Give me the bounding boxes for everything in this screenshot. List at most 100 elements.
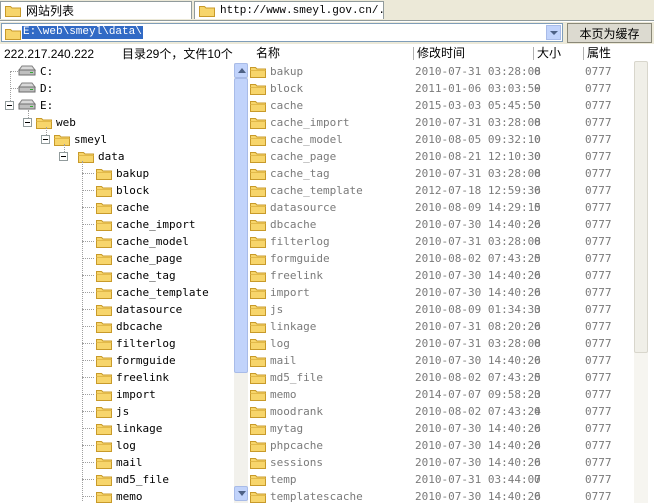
tree-folder-data[interactable]: data xyxy=(78,148,125,165)
tree-folder-item[interactable]: md5_file xyxy=(96,471,169,488)
file-attributes: 0777 xyxy=(585,320,612,333)
tree-folder-item[interactable]: linkage xyxy=(96,420,162,437)
file-row[interactable]: linkage 2010-07-31 08:20:26 0 0777 xyxy=(248,318,632,335)
tree-folder-item[interactable]: cache xyxy=(96,199,149,216)
file-row[interactable]: cache_import 2010-07-31 03:28:08 0 0777 xyxy=(248,114,632,131)
folder-icon xyxy=(96,422,112,435)
tree-folder-item[interactable]: block xyxy=(96,182,149,199)
file-row[interactable]: cache 2015-03-03 05:45:50 0 0777 xyxy=(248,97,632,114)
file-row[interactable]: cache_tag 2010-07-31 03:28:08 0 0777 xyxy=(248,165,632,182)
folder-icon xyxy=(96,201,112,214)
folder-icon xyxy=(96,354,112,367)
folder-icon xyxy=(96,473,112,486)
file-attributes: 0777 xyxy=(585,184,612,197)
scroll-thumb[interactable] xyxy=(234,78,248,373)
tree-folder-item[interactable]: cache_tag xyxy=(96,267,176,284)
file-row[interactable]: phpcache 2010-07-30 14:40:26 0 0777 xyxy=(248,437,632,454)
file-attributes: 0777 xyxy=(585,371,612,384)
file-size: 0 xyxy=(534,405,541,418)
tree-folder-item[interactable]: cache_import xyxy=(96,216,195,233)
file-row[interactable]: freelink 2010-07-30 14:40:26 0 0777 xyxy=(248,267,632,284)
path-input[interactable]: E:\web\smeyl\data\ xyxy=(22,26,143,39)
tree-folder-item[interactable]: dbcache xyxy=(96,318,162,335)
tree-folder-item[interactable]: js xyxy=(96,403,129,420)
tree-item-label: datasource xyxy=(116,303,183,316)
file-row[interactable]: mail 2010-07-30 14:40:26 0 0777 xyxy=(248,352,632,369)
file-row[interactable]: log 2010-07-31 03:28:08 0 0777 xyxy=(248,335,632,352)
dropdown-arrow-icon[interactable] xyxy=(546,25,561,40)
tree-folder-item[interactable]: cache_page xyxy=(96,250,182,267)
file-row[interactable]: formguide 2010-08-02 07:43:25 0 0777 xyxy=(248,250,632,267)
file-modified-time: 2010-08-09 01:34:33 xyxy=(415,303,541,316)
tree-item-label: import xyxy=(116,388,156,401)
tree-drive-item[interactable]: D: xyxy=(18,80,53,97)
column-header-size[interactable]: 大小 xyxy=(537,45,561,62)
cache-page-button[interactable]: 本页为缓存 xyxy=(567,23,652,43)
tree-folder-site[interactable]: smeyl xyxy=(54,131,107,148)
file-row[interactable]: cache_template 2012-07-18 12:59:36 0 0777 xyxy=(248,182,632,199)
tree-item-label: block xyxy=(116,184,150,197)
tab-site-list[interactable]: 网站列表 xyxy=(0,1,192,19)
tree-drive-item[interactable]: E: xyxy=(18,97,53,114)
column-divider[interactable] xyxy=(583,47,584,60)
collapse-toggle[interactable] xyxy=(5,101,14,110)
file-row[interactable]: import 2010-07-30 14:40:26 0 0777 xyxy=(248,284,632,301)
tree-item-label: cache xyxy=(116,201,150,214)
file-row[interactable]: temp 2010-07-31 03:44:07 0 0777 xyxy=(248,471,632,488)
file-row[interactable]: dbcache 2010-07-30 14:40:26 0 0777 xyxy=(248,216,632,233)
server-ip: 222.217.240.222 xyxy=(4,47,95,61)
path-combobox[interactable]: E:\web\smeyl\data\ xyxy=(1,23,563,42)
file-size: 0 xyxy=(534,201,541,214)
file-size: 0 xyxy=(534,320,541,333)
tab-url[interactable]: http://www.smeyl.gov.cn/... xyxy=(194,1,384,19)
folder-icon xyxy=(250,456,266,469)
tree-folder-item[interactable]: freelink xyxy=(96,369,169,386)
file-row[interactable]: filterlog 2010-07-31 03:28:08 0 0777 xyxy=(248,233,632,250)
tree-folder-item[interactable]: datasource xyxy=(96,301,182,318)
tree-folder-item[interactable]: formguide xyxy=(96,352,176,369)
file-size: 0 xyxy=(534,456,541,469)
tree-folder-item[interactable]: import xyxy=(96,386,156,403)
file-row[interactable]: sessions 2010-07-30 14:40:26 0 0777 xyxy=(248,454,632,471)
tree-folder-item[interactable]: filterlog xyxy=(96,335,176,352)
file-attributes: 0777 xyxy=(585,337,612,350)
file-row[interactable]: memo 2014-07-07 09:58:23 0 0777 xyxy=(248,386,632,403)
column-header-attr[interactable]: 属性 xyxy=(587,45,611,62)
file-attributes: 0777 xyxy=(585,167,612,180)
collapse-toggle[interactable] xyxy=(59,152,68,161)
file-row[interactable]: md5_file 2010-08-02 07:43:25 0 0777 xyxy=(248,369,632,386)
tree-line xyxy=(82,161,84,501)
scroll-down-icon[interactable] xyxy=(234,486,248,501)
tree-folder-item[interactable]: cache_template xyxy=(96,284,209,301)
folder-icon xyxy=(96,286,112,299)
scroll-up-icon[interactable] xyxy=(234,63,248,78)
list-scrollbar[interactable] xyxy=(634,61,648,503)
tree-scrollbar[interactable] xyxy=(234,63,248,503)
file-size: 0 xyxy=(534,303,541,316)
file-row[interactable]: cache_model 2010-08-05 09:32:10 0 0777 xyxy=(248,131,632,148)
tree-folder-item[interactable]: mail xyxy=(96,454,143,471)
file-row[interactable]: bakup 2010-07-31 03:28:08 0 0777 xyxy=(248,63,632,80)
file-row[interactable]: moodrank 2010-08-02 07:43:24 0 0777 xyxy=(248,403,632,420)
scroll-thumb[interactable] xyxy=(634,61,648,353)
drive-icon xyxy=(18,99,36,112)
tree-folder-web[interactable]: web xyxy=(36,114,76,131)
file-row[interactable]: templatescache 2010-07-30 14:40:26 0 0777 xyxy=(248,488,632,503)
tree-folder-item[interactable]: memo xyxy=(96,488,143,503)
tree-folder-item[interactable]: bakup xyxy=(96,165,149,182)
file-row[interactable]: block 2011-01-06 03:03:59 0 0777 xyxy=(248,80,632,97)
file-attributes: 0777 xyxy=(585,116,612,129)
column-header-name[interactable]: 名称 xyxy=(256,45,280,62)
collapse-toggle[interactable] xyxy=(23,118,32,127)
file-row[interactable]: datasource 2010-08-09 14:29:15 0 0777 xyxy=(248,199,632,216)
column-divider[interactable] xyxy=(533,47,534,60)
column-header-time[interactable]: 修改时间 xyxy=(417,45,465,62)
collapse-toggle[interactable] xyxy=(41,135,50,144)
file-row[interactable]: mytag 2010-07-30 14:40:26 0 0777 xyxy=(248,420,632,437)
file-row[interactable]: js 2010-08-09 01:34:33 0 0777 xyxy=(248,301,632,318)
tree-drive-item[interactable]: C: xyxy=(18,63,53,80)
tree-folder-item[interactable]: cache_model xyxy=(96,233,189,250)
tree-folder-item[interactable]: log xyxy=(96,437,136,454)
column-divider[interactable] xyxy=(413,47,414,60)
file-row[interactable]: cache_page 2010-08-21 12:10:30 0 0777 xyxy=(248,148,632,165)
